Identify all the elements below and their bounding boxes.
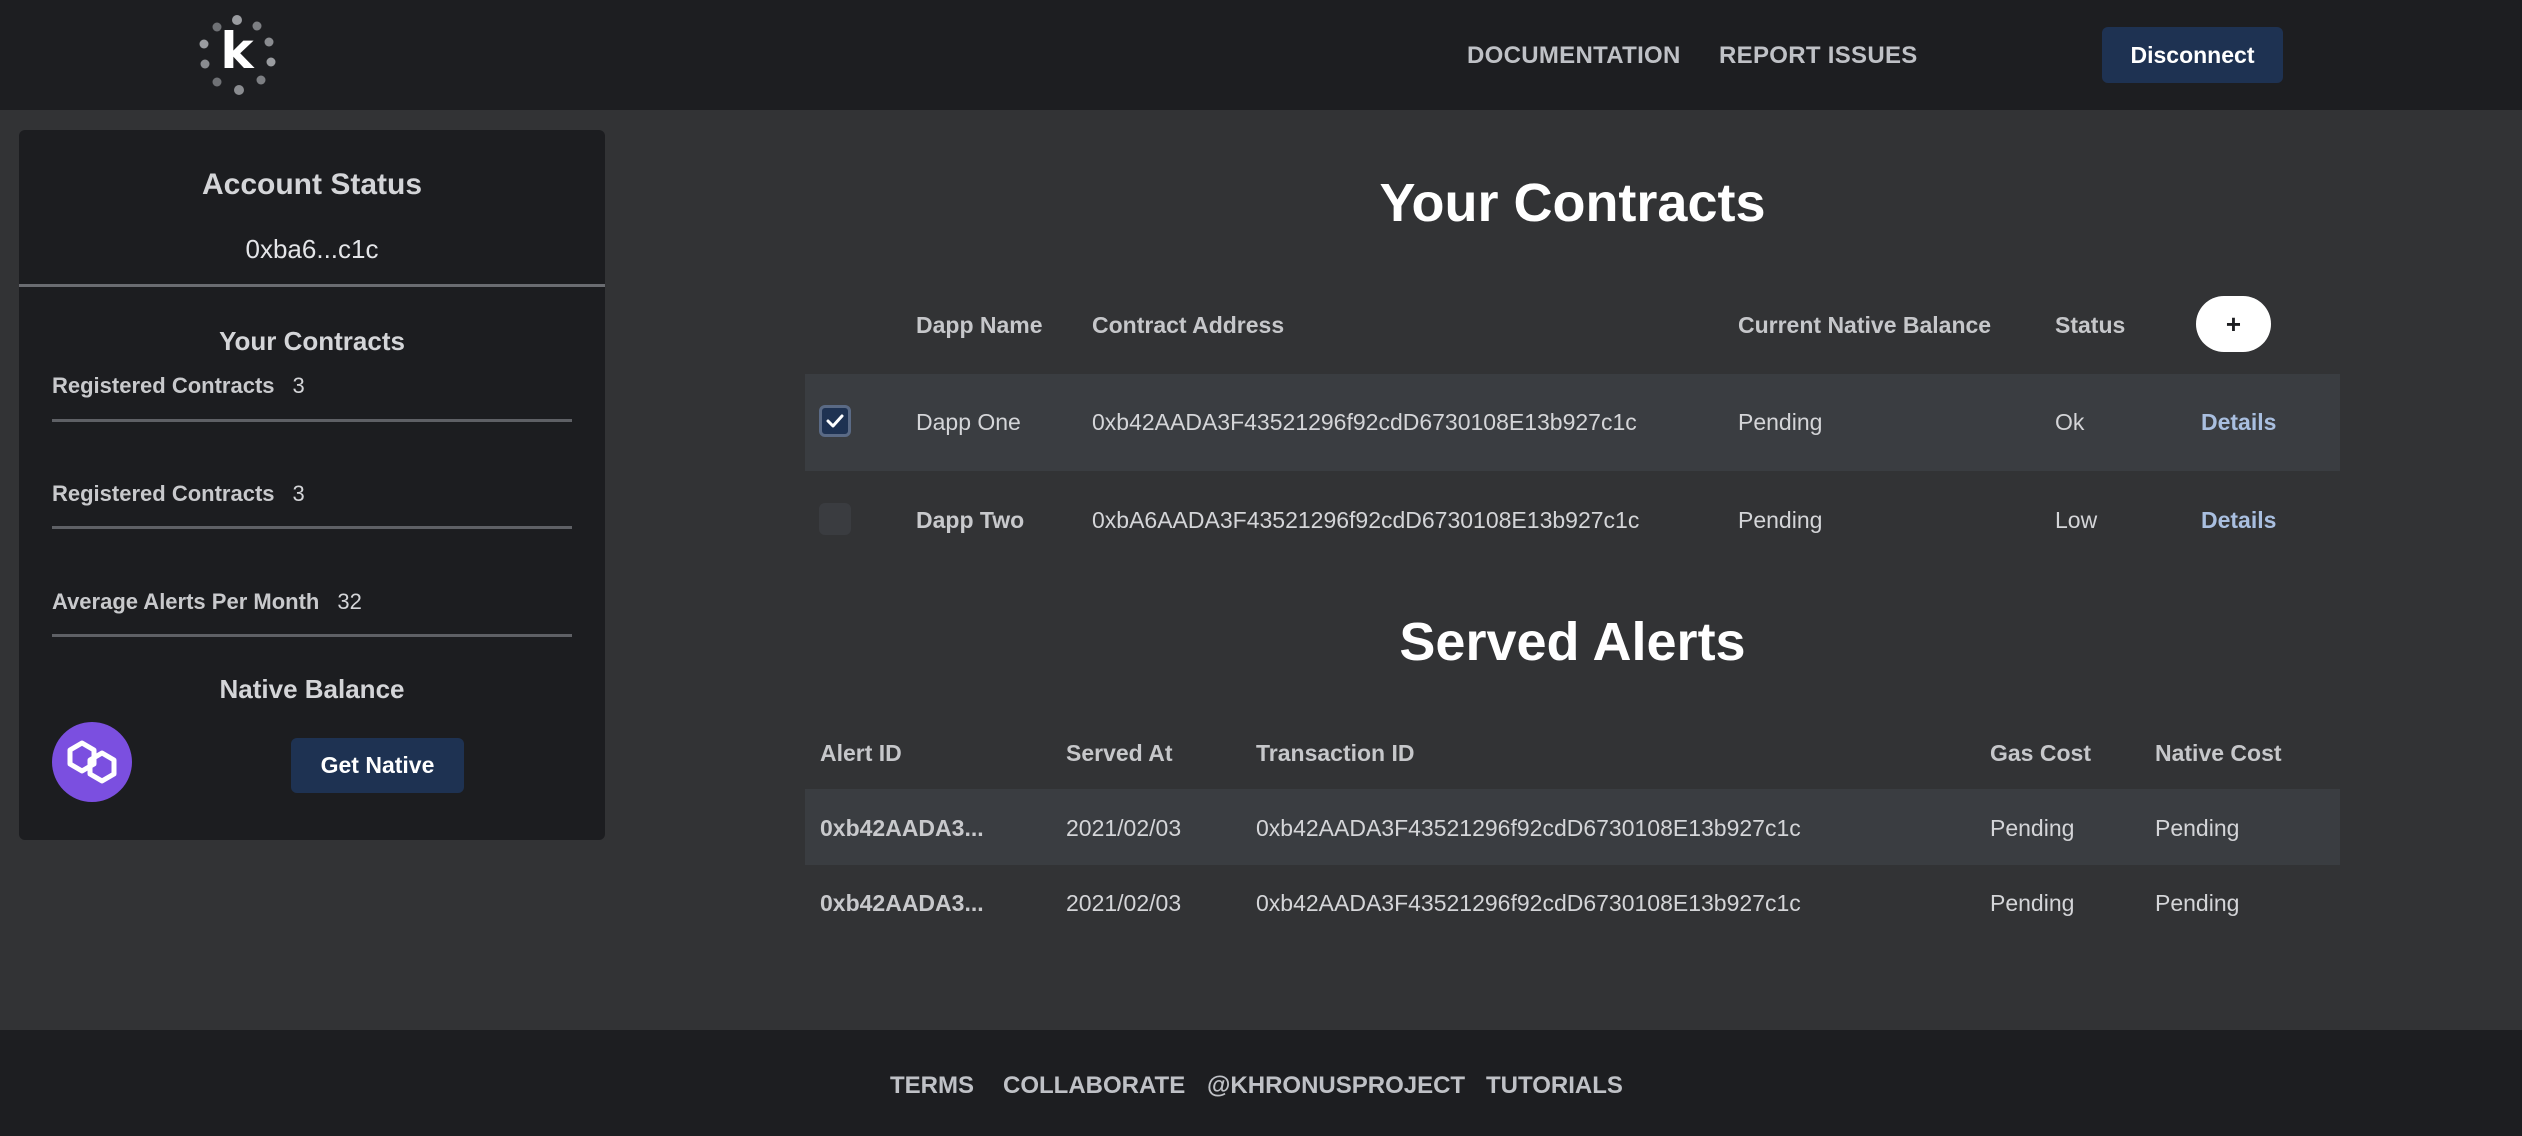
top-header: k DOCUMENTATION REPORT ISSUES Disconnect	[0, 0, 2522, 110]
contracts-heading: Your Contracts	[1379, 173, 1766, 233]
dapp-name: Dapp One	[916, 409, 1021, 435]
footer-twitter-link[interactable]: @KHRONUSPROJECT	[1207, 1072, 1465, 1100]
native-balance: Pending	[1738, 409, 1823, 435]
divider	[52, 634, 572, 637]
footer: TERMS COLLABORATE @KHRONUSPROJECT TUTORI…	[0, 1030, 2522, 1136]
stat-label: Registered Contracts	[52, 481, 275, 506]
get-native-button[interactable]: Get Native	[291, 738, 464, 793]
column-header: Transaction ID	[1256, 740, 1415, 766]
stat-registered-contracts: Registered Contracts 3	[52, 373, 305, 399]
native-balance-title: Native Balance	[219, 674, 405, 704]
gas-cost: Pending	[1990, 890, 2075, 916]
details-link[interactable]: Details	[2201, 409, 2276, 436]
alerts-heading: Served Alerts	[1399, 612, 1746, 672]
contract-address: 0xbA6AADA3F43521296f92cdD6730108E13b927c…	[1092, 507, 1640, 533]
status: Ok	[2055, 409, 2085, 435]
stat-value: 32	[337, 589, 362, 614]
alert-id: 0xb42AADA3...	[820, 815, 984, 841]
divider	[52, 526, 572, 529]
add-contract-button[interactable]: +	[2196, 296, 2271, 352]
stat-value: 3	[292, 481, 305, 506]
native-cost: Pending	[2155, 890, 2240, 916]
nav-report-issues[interactable]: REPORT ISSUES	[1719, 42, 1918, 70]
stat-label: Average Alerts Per Month	[52, 589, 320, 614]
dapp-name: Dapp Two	[916, 507, 1025, 533]
served-at: 2021/02/03	[1066, 815, 1182, 841]
transaction-id: 0xb42AADA3F43521296f92cdD6730108E13b927c…	[1256, 890, 1801, 916]
polygon-icon	[52, 722, 132, 802]
footer-tutorials-link[interactable]: TUTORIALS	[1486, 1072, 1623, 1100]
footer-terms-link[interactable]: TERMS	[890, 1072, 974, 1100]
native-balance: Pending	[1738, 507, 1823, 533]
nav-documentation[interactable]: DOCUMENTATION	[1467, 42, 1681, 70]
column-header: Dapp Name	[916, 312, 1043, 338]
column-header: Alert ID	[820, 740, 902, 766]
column-header: Gas Cost	[1990, 740, 2091, 766]
footer-collaborate-link[interactable]: COLLABORATE	[1003, 1072, 1185, 1100]
divider	[52, 419, 572, 422]
status: Low	[2055, 507, 2098, 533]
account-address: 0xba6...c1c	[245, 234, 379, 264]
column-header: Current Native Balance	[1738, 312, 1992, 338]
gas-cost: Pending	[1990, 815, 2075, 841]
disconnect-button[interactable]: Disconnect	[2102, 27, 2283, 83]
check-icon	[826, 414, 844, 428]
stat-registered-contracts: Registered Contracts 3	[52, 481, 305, 507]
native-cost: Pending	[2155, 815, 2240, 841]
row-checkbox[interactable]	[819, 405, 851, 437]
served-at: 2021/02/03	[1066, 890, 1182, 916]
account-status-title: Account Status	[201, 168, 423, 201]
column-header: Served At	[1066, 740, 1173, 766]
row-checkbox[interactable]	[819, 503, 851, 535]
contract-address: 0xb42AADA3F43521296f92cdD6730108E13b927c…	[1092, 409, 1637, 435]
column-header: Status	[2055, 312, 2126, 338]
stat-average-alerts: Average Alerts Per Month 32	[52, 589, 362, 615]
stat-value: 3	[292, 373, 305, 398]
alert-id: 0xb42AADA3...	[820, 890, 984, 916]
stat-label: Registered Contracts	[52, 373, 275, 398]
column-header: Native Cost	[2155, 740, 2282, 766]
your-contracts-title: Your Contracts	[219, 326, 405, 356]
account-status-panel: Account Status 0xba6...c1c Your Contract…	[19, 130, 605, 840]
transaction-id: 0xb42AADA3F43521296f92cdD6730108E13b927c…	[1256, 815, 1801, 841]
divider	[19, 284, 605, 287]
khronus-logo[interactable]: k	[195, 12, 279, 96]
column-header: Contract Address	[1092, 312, 1285, 338]
details-link[interactable]: Details	[2201, 507, 2276, 534]
logo-letter: k	[220, 22, 254, 80]
